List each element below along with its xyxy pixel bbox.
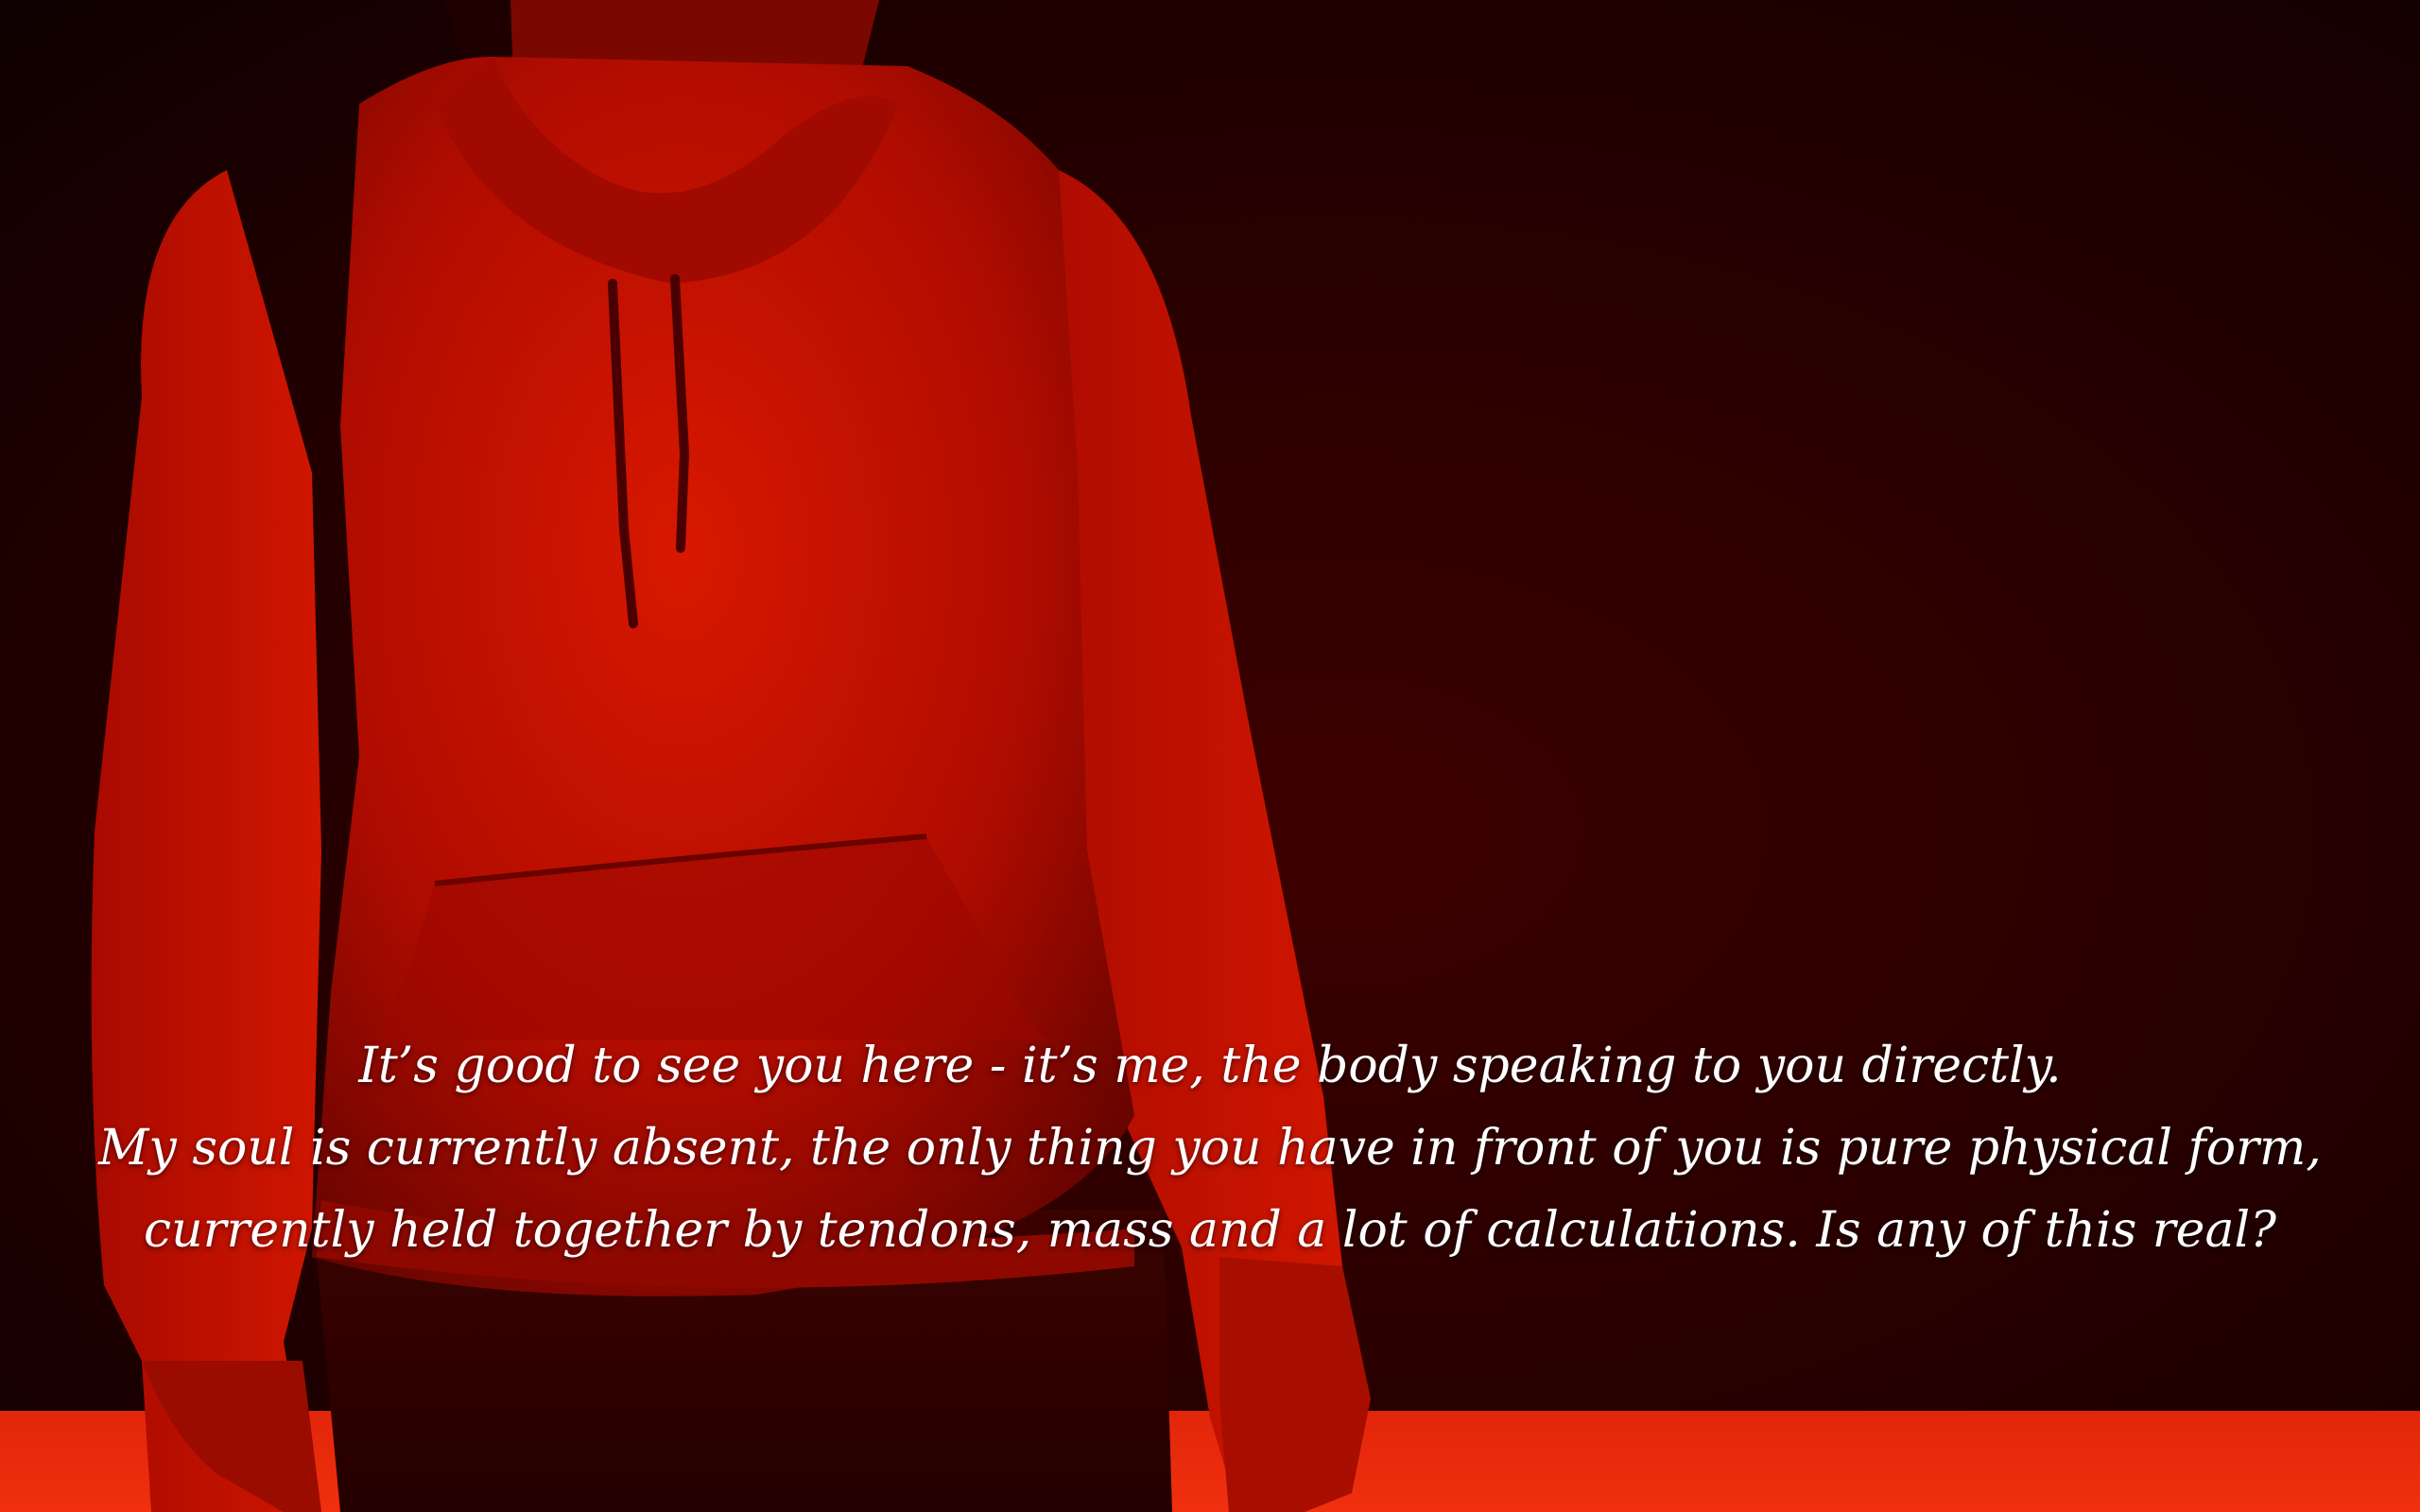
hooded-figure — [91, 0, 1371, 1512]
dialogue-line-1: It’s good to see you here - it’s me, the… — [358, 1038, 2062, 1094]
dialogue-text: It’s good to see you here - it’s me, the… — [76, 1025, 2344, 1272]
dialogue-line-3: currently held together by tendons, mass… — [144, 1202, 2276, 1259]
game-scene[interactable]: It’s good to see you here - it’s me, the… — [0, 0, 2420, 1512]
dialogue-line-2: My soul is currently absent, the only th… — [98, 1120, 2322, 1177]
